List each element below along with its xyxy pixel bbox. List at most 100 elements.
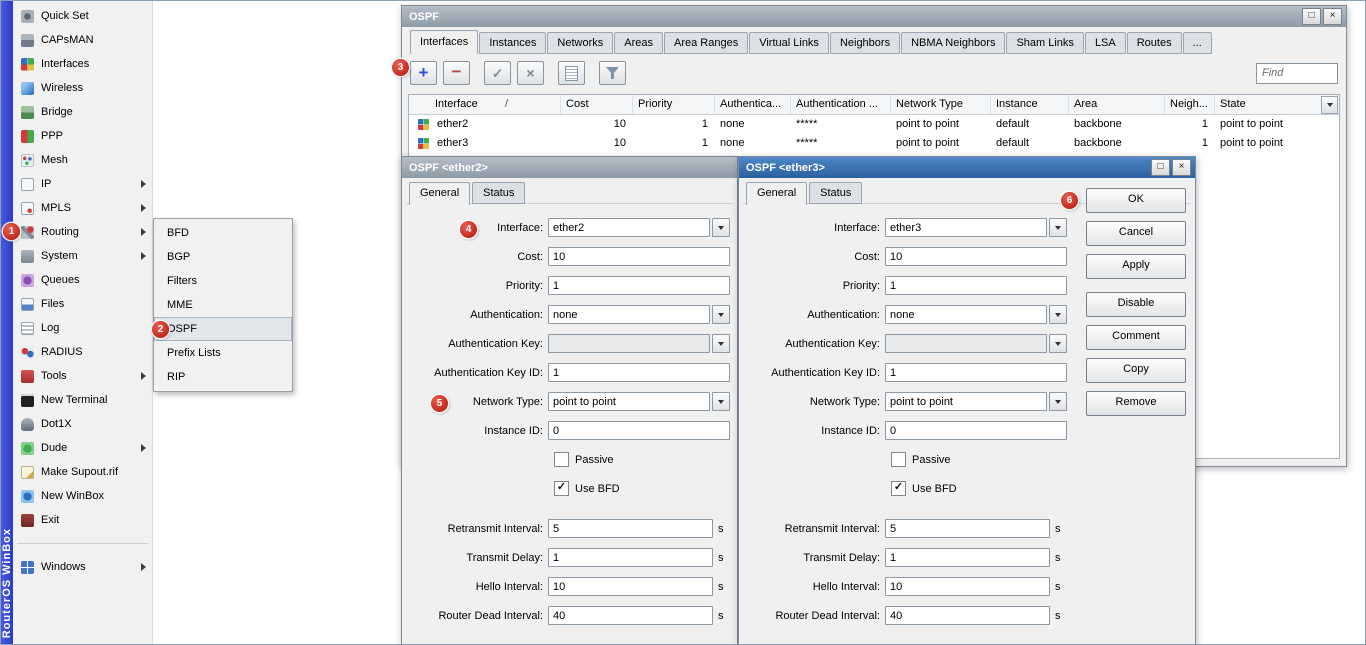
column-header-authentication-key[interactable]: Authentication ...: [791, 95, 891, 114]
tab-general[interactable]: General: [746, 182, 807, 205]
passive-checkbox[interactable]: [891, 452, 906, 467]
use-bfd-checkbox[interactable]: [891, 481, 906, 496]
titlebar[interactable]: OSPF <ether2>: [402, 157, 737, 178]
tab-lsa[interactable]: LSA: [1085, 32, 1126, 54]
dropdown-button[interactable]: [712, 218, 730, 237]
submenu-item-filters[interactable]: Filters: [154, 269, 292, 293]
priority-input[interactable]: [548, 276, 730, 295]
sidebar-item-quick-set[interactable]: Quick Set: [13, 4, 152, 28]
sidebar-item-routing[interactable]: Routing: [13, 220, 152, 244]
remove-button[interactable]: Remove: [1086, 391, 1186, 416]
authentication-input[interactable]: [548, 305, 710, 324]
column-select-button[interactable]: [1321, 96, 1338, 114]
titlebar[interactable]: OSPF □ ×: [402, 6, 1346, 27]
transmit-delay-input[interactable]: [548, 548, 713, 567]
dropdown-button[interactable]: [1049, 218, 1067, 237]
interface-input[interactable]: [885, 218, 1047, 237]
sidebar-item-dude[interactable]: Dude: [13, 436, 152, 460]
priority-input[interactable]: [885, 276, 1067, 295]
sidebar-item-wireless[interactable]: Wireless: [13, 76, 152, 100]
tab-sham-links[interactable]: Sham Links: [1006, 32, 1083, 54]
tab-neighbors[interactable]: Neighbors: [830, 32, 900, 54]
column-header-authentication[interactable]: Authentica...: [715, 95, 791, 114]
network-type-input[interactable]: [548, 392, 710, 411]
submenu-item-bfd[interactable]: BFD: [154, 221, 292, 245]
sidebar-item-queues[interactable]: Queues: [13, 268, 152, 292]
sidebar-item-dot1x[interactable]: Dot1X: [13, 412, 152, 436]
column-header-instance[interactable]: Instance: [991, 95, 1069, 114]
tab-interfaces[interactable]: Interfaces: [410, 30, 478, 54]
restore-icon[interactable]: □: [1302, 8, 1321, 25]
tab-instances[interactable]: Instances: [479, 32, 546, 54]
apply-button[interactable]: Apply: [1086, 254, 1186, 279]
ok-button[interactable]: OK: [1086, 188, 1186, 213]
router-dead-interval-input[interactable]: [885, 606, 1050, 625]
hello-interval-input[interactable]: [548, 577, 713, 596]
tab-areas[interactable]: Areas: [614, 32, 663, 54]
transmit-delay-input[interactable]: [885, 548, 1050, 567]
sidebar-item-make-supout[interactable]: Make Supout.rif: [13, 460, 152, 484]
tab-virtual-links[interactable]: Virtual Links: [749, 32, 829, 54]
tab-status[interactable]: Status: [809, 182, 862, 204]
interface-input[interactable]: [548, 218, 710, 237]
restore-icon[interactable]: □: [1151, 159, 1170, 176]
close-icon[interactable]: ×: [1323, 8, 1342, 25]
find-input[interactable]: [1256, 63, 1338, 84]
column-header-interface[interactable]: Interface/: [409, 95, 561, 114]
dropdown-button[interactable]: [1049, 392, 1067, 411]
sidebar-item-exit[interactable]: Exit: [13, 508, 152, 532]
column-header-priority[interactable]: Priority: [633, 95, 715, 114]
submenu-item-rip[interactable]: RIP: [154, 365, 292, 389]
comment-button[interactable]: [558, 61, 585, 85]
filter-button[interactable]: [599, 61, 626, 85]
column-header-area[interactable]: Area: [1069, 95, 1165, 114]
tab-nbma-neighbors[interactable]: NBMA Neighbors: [901, 32, 1005, 54]
tab-status[interactable]: Status: [472, 182, 525, 204]
expand-button[interactable]: [712, 334, 730, 353]
sidebar-item-files[interactable]: Files: [13, 292, 152, 316]
table-row-ether3[interactable]: ether3 10 1 none ***** point to point de…: [409, 134, 1339, 153]
tab-general[interactable]: General: [409, 182, 470, 205]
authentication-key-id-input[interactable]: [885, 363, 1067, 382]
cancel-button[interactable]: Cancel: [1086, 221, 1186, 246]
tab-networks[interactable]: Networks: [547, 32, 613, 54]
copy-button[interactable]: Copy: [1086, 358, 1186, 383]
sidebar-item-mpls[interactable]: MPLS: [13, 196, 152, 220]
instance-id-input[interactable]: [548, 421, 730, 440]
enable-button[interactable]: ✓: [484, 61, 511, 85]
retransmit-interval-input[interactable]: [885, 519, 1050, 538]
tab-area-ranges[interactable]: Area Ranges: [664, 32, 748, 54]
column-header-network-type[interactable]: Network Type: [891, 95, 991, 114]
sidebar-item-bridge[interactable]: Bridge: [13, 100, 152, 124]
remove-button[interactable]: −: [443, 61, 470, 85]
sidebar-item-tools[interactable]: Tools: [13, 364, 152, 388]
titlebar[interactable]: OSPF <ether3> □ ×: [739, 157, 1195, 178]
column-header-neighbors[interactable]: Neigh...: [1165, 95, 1215, 114]
network-type-input[interactable]: [885, 392, 1047, 411]
authentication-key-id-input[interactable]: [548, 363, 730, 382]
sidebar-item-windows[interactable]: Windows: [13, 555, 152, 579]
passive-checkbox[interactable]: [554, 452, 569, 467]
dropdown-button[interactable]: [1049, 305, 1067, 324]
submenu-item-prefix-lists[interactable]: Prefix Lists: [154, 341, 292, 365]
router-dead-interval-input[interactable]: [548, 606, 713, 625]
tab-more[interactable]: ...: [1183, 32, 1212, 54]
column-header-state[interactable]: State: [1215, 95, 1337, 114]
sidebar-item-ppp[interactable]: PPP: [13, 124, 152, 148]
sidebar-item-new-winbox[interactable]: New WinBox: [13, 484, 152, 508]
sidebar-item-ip[interactable]: IP: [13, 172, 152, 196]
sidebar-item-log[interactable]: Log: [13, 316, 152, 340]
column-header-cost[interactable]: Cost: [561, 95, 633, 114]
sidebar-item-interfaces[interactable]: Interfaces: [13, 52, 152, 76]
authentication-key-input[interactable]: [885, 334, 1047, 353]
tab-routes[interactable]: Routes: [1127, 32, 1182, 54]
sidebar-item-mesh[interactable]: Mesh: [13, 148, 152, 172]
expand-button[interactable]: [1049, 334, 1067, 353]
comment-button[interactable]: Comment: [1086, 325, 1186, 350]
use-bfd-checkbox[interactable]: [554, 481, 569, 496]
sidebar-item-capsman[interactable]: CAPsMAN: [13, 28, 152, 52]
add-button[interactable]: +: [410, 61, 437, 85]
submenu-item-mme[interactable]: MME: [154, 293, 292, 317]
submenu-item-bgp[interactable]: BGP: [154, 245, 292, 269]
hello-interval-input[interactable]: [885, 577, 1050, 596]
